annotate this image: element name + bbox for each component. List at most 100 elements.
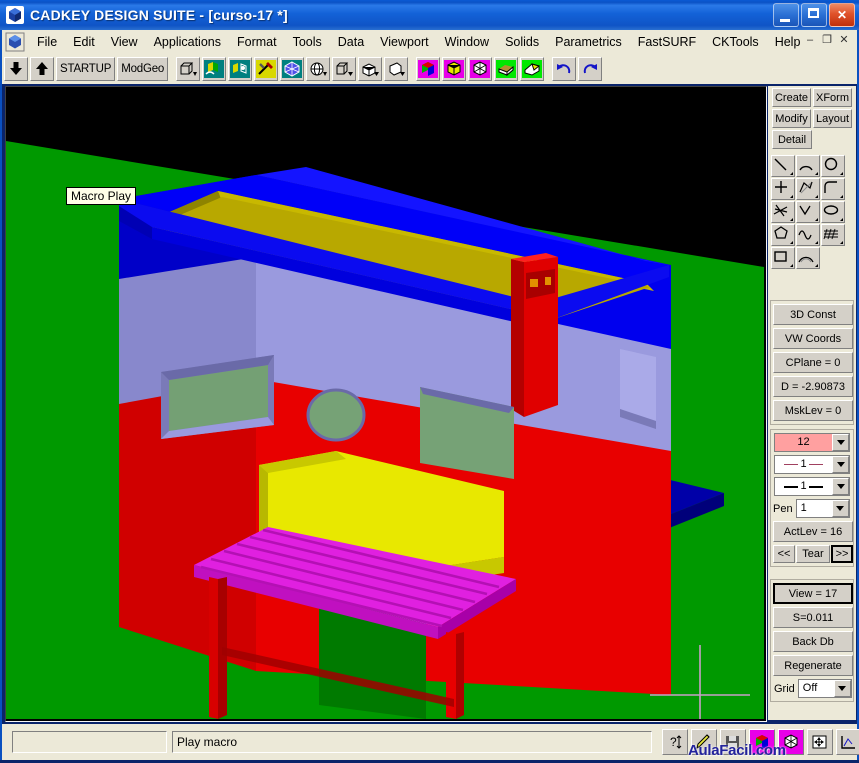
menu-item-data[interactable]: Data xyxy=(330,32,372,52)
chamfer-icon[interactable] xyxy=(796,201,820,223)
color-combo[interactable]: 12 xyxy=(774,433,850,452)
shade-solid-button[interactable] xyxy=(202,57,226,81)
maximize-button[interactable] xyxy=(801,3,827,27)
save-button[interactable] xyxy=(720,729,746,755)
level-down-button[interactable] xyxy=(4,57,28,81)
wire-magenta-button[interactable] xyxy=(468,57,492,81)
startup-button[interactable]: STARTUP xyxy=(56,57,115,81)
pen-combo[interactable]: 1 xyxy=(796,499,850,518)
polyline-icon[interactable] xyxy=(796,178,820,200)
wireframe-view-button[interactable] xyxy=(176,57,200,81)
linewidth-combo[interactable]: 1 xyxy=(774,477,850,496)
help-prompt-button[interactable]: ? xyxy=(662,729,688,755)
mask-level-button[interactable]: MskLev = 0 xyxy=(773,400,853,421)
rotate-view-button[interactable] xyxy=(306,57,330,81)
render-button[interactable] xyxy=(280,57,304,81)
menu-item-format[interactable]: Format xyxy=(229,32,285,52)
detail-button[interactable]: Detail xyxy=(772,130,812,149)
shade-rgb-button[interactable] xyxy=(749,729,775,755)
linetype-value: 1 xyxy=(775,456,832,473)
tear-button[interactable]: Tear xyxy=(796,545,830,563)
regenerate-button[interactable]: Regenerate xyxy=(773,655,853,676)
section-box-icon xyxy=(360,60,380,78)
menu-item-edit[interactable]: Edit xyxy=(65,32,103,52)
menu-item-solids[interactable]: Solids xyxy=(497,32,547,52)
menu-item-fastsurf[interactable]: FastSURF xyxy=(630,32,704,52)
nurbs-curve-icon[interactable] xyxy=(796,224,820,246)
point-icon[interactable] xyxy=(771,178,795,200)
menu-item-cktools[interactable]: CKTools xyxy=(704,32,767,52)
redo-button[interactable] xyxy=(578,57,602,81)
grid-value: Off xyxy=(799,680,834,697)
hidden-line-button[interactable] xyxy=(442,57,466,81)
create-button[interactable]: Create xyxy=(772,88,811,107)
mesh-icon[interactable] xyxy=(821,224,845,246)
dynamic-view-button[interactable] xyxy=(332,57,356,81)
next-level-button[interactable]: >> xyxy=(831,545,853,563)
mdi-restore-button[interactable]: ❐ xyxy=(819,32,835,47)
pan-view-button[interactable] xyxy=(384,57,408,81)
polygon-icon[interactable] xyxy=(771,224,795,246)
chevron-down-icon[interactable] xyxy=(832,434,849,451)
menu-item-viewport[interactable]: Viewport xyxy=(372,32,436,52)
chevron-down-icon[interactable] xyxy=(834,680,851,697)
close-button[interactable]: ✕ xyxy=(829,3,855,27)
conic-icon[interactable] xyxy=(796,247,820,269)
rotate-sphere-icon xyxy=(308,60,328,78)
active-level-button[interactable]: ActLev = 16 xyxy=(773,521,853,542)
menu-item-applications[interactable]: Applications xyxy=(146,32,229,52)
view-button[interactable]: View = 17 xyxy=(773,583,853,604)
xform-button[interactable]: XForm xyxy=(813,88,852,107)
measure-button[interactable] xyxy=(836,729,859,755)
undo-button[interactable] xyxy=(552,57,576,81)
arc-icon[interactable] xyxy=(796,155,820,177)
modify-button[interactable]: Modify xyxy=(772,109,811,128)
linetype-combo[interactable]: 1 xyxy=(774,455,850,474)
shade-rgb-button[interactable] xyxy=(416,57,440,81)
menu-item-parametrics[interactable]: Parametrics xyxy=(547,32,630,52)
rectangle-icon[interactable] xyxy=(771,247,795,269)
hidden-line-cube-icon xyxy=(444,60,464,78)
mdi-minimize-button[interactable]: – xyxy=(802,32,818,47)
depth-button[interactable]: D = -2.90873 xyxy=(773,376,853,397)
circle-icon[interactable] xyxy=(821,155,845,177)
chevron-down-icon[interactable] xyxy=(832,456,849,473)
construction-mode-button[interactable]: 3D Const xyxy=(773,304,853,325)
solid-shade-button[interactable] xyxy=(494,57,518,81)
section-view-button[interactable] xyxy=(358,57,382,81)
shade-wire-button[interactable] xyxy=(228,57,252,81)
window-frame-left xyxy=(0,30,2,763)
back-db-button[interactable]: Back Db xyxy=(773,631,853,652)
line-icon[interactable] xyxy=(771,155,795,177)
ellipse-icon[interactable] xyxy=(821,201,845,223)
menu-item-tools[interactable]: Tools xyxy=(285,32,330,52)
chevron-down-icon[interactable] xyxy=(832,500,849,517)
tools-button[interactable] xyxy=(254,57,278,81)
graphics-viewport[interactable]: Macro Play xyxy=(5,86,767,722)
fillet-icon[interactable] xyxy=(821,178,845,200)
wireframe-button[interactable] xyxy=(778,729,804,755)
menu-item-file[interactable]: File xyxy=(29,32,65,52)
grid-row: Grid Off xyxy=(773,679,858,698)
solid-yellow-button[interactable] xyxy=(520,57,544,81)
menu-item-view[interactable]: View xyxy=(103,32,146,52)
fit-view-button[interactable] xyxy=(807,729,833,755)
level-up-button[interactable] xyxy=(30,57,54,81)
modgeo-button[interactable]: ModGeo xyxy=(117,57,168,81)
chevron-down-icon[interactable] xyxy=(832,478,849,495)
prev-level-button[interactable]: << xyxy=(773,545,795,563)
mode-row-2: Modify Layout xyxy=(770,109,854,128)
edit-pencil-button[interactable] xyxy=(691,729,717,755)
minimize-button[interactable] xyxy=(773,3,799,27)
spline-icon[interactable] xyxy=(771,201,795,223)
floppy-disk-icon xyxy=(723,733,743,751)
mdi-close-button[interactable]: ✕ xyxy=(836,32,852,47)
layout-button[interactable]: Layout xyxy=(813,109,852,128)
view-coords-button[interactable]: VW Coords xyxy=(773,328,853,349)
grid-combo[interactable]: Off xyxy=(798,679,852,698)
scale-button[interactable]: S=0.011 xyxy=(773,607,853,628)
cplane-button[interactable]: CPlane = 0 xyxy=(773,352,853,373)
document-icon[interactable] xyxy=(5,32,25,52)
menu-item-window[interactable]: Window xyxy=(437,32,497,52)
status-input-field[interactable] xyxy=(12,731,167,753)
